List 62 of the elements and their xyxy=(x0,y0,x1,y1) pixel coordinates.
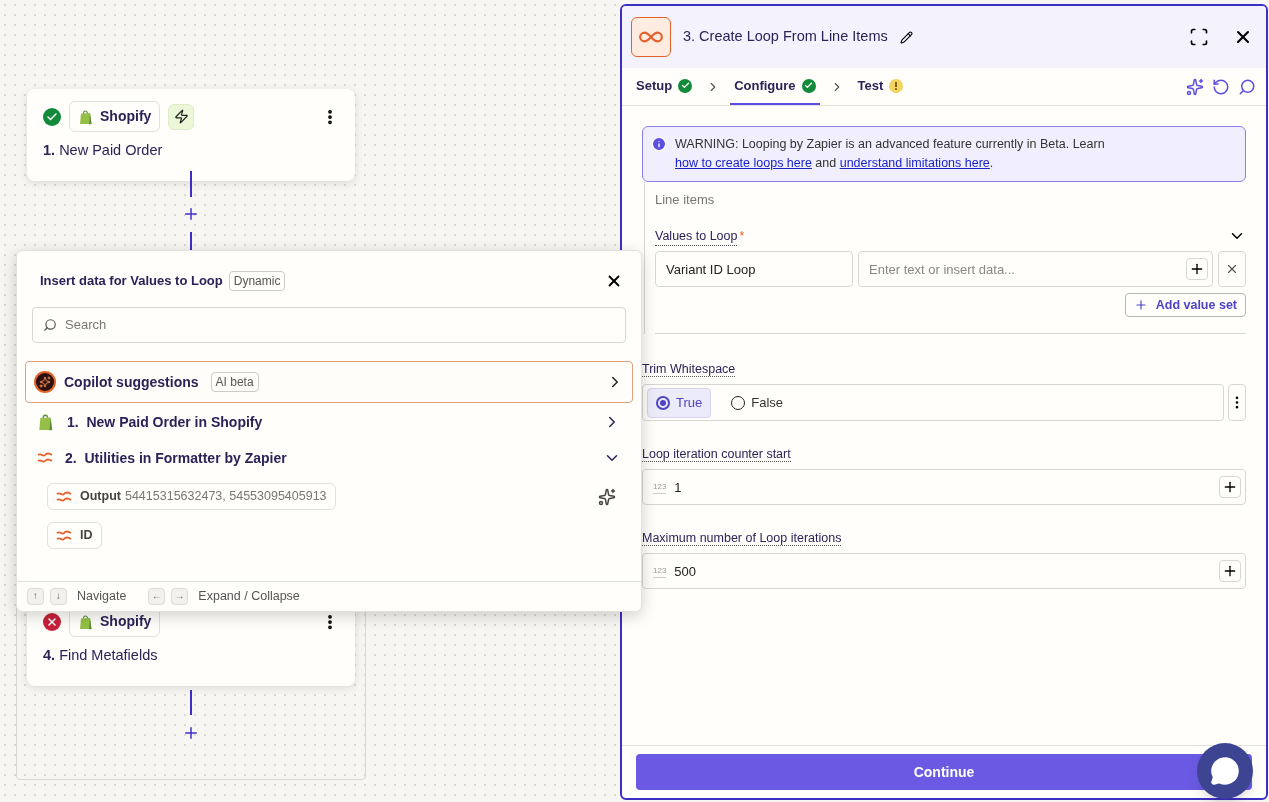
data-source-row[interactable]: 2. Utilities in Formatter by Zapier xyxy=(17,441,641,475)
required-mark: * xyxy=(739,227,745,245)
data-field-chip[interactable]: Output 54415315632473, 54553095405913 xyxy=(47,483,336,510)
edit-icon[interactable] xyxy=(899,30,913,44)
waves-icon xyxy=(56,490,72,503)
plus-icon xyxy=(1133,298,1148,313)
key-hint: ↓ xyxy=(50,588,67,605)
step-card[interactable]: Shopify 1. New Paid Order xyxy=(27,89,355,181)
panel-title: 3. Create Loop From Line Items xyxy=(683,27,888,47)
number-type-label: 123 xyxy=(653,564,667,578)
add-step-icon[interactable] xyxy=(182,724,200,742)
insert-data-icon[interactable] xyxy=(1219,476,1241,499)
ai-beta-badge: AI beta xyxy=(210,372,259,392)
copilot-suggestions-row[interactable]: Copilot suggestions AI beta xyxy=(25,361,633,403)
shopping-bag-icon xyxy=(78,613,94,630)
shopping-bag-icon xyxy=(78,108,94,125)
value-field[interactable]: Enter text or insert data... xyxy=(858,251,1213,288)
warning-text: WARNING: Looping by Zapier is an advanced feature currently in Beta. Learn how to create loops here and understand limitations here. xyxy=(675,136,1106,172)
radio-option[interactable]: True xyxy=(647,387,712,418)
add-value-set-button[interactable]: Add value set xyxy=(1124,293,1246,318)
data-source-row[interactable]: 1. New Paid Order in Shopify xyxy=(17,405,641,439)
key-hint: ↑ xyxy=(27,588,44,605)
search-icon xyxy=(43,318,57,332)
step-title: 4. Find Metafields xyxy=(43,646,159,665)
app-chip: Shopify xyxy=(69,101,161,132)
expand-icon[interactable] xyxy=(1189,27,1209,47)
popup-title: Insert data for Values to Loop xyxy=(40,272,223,291)
key-hint: ← xyxy=(148,588,166,605)
popup-badge: Dynamic xyxy=(228,271,286,291)
field-label: Values to Loop xyxy=(655,226,738,247)
waves-icon xyxy=(37,452,53,464)
info-icon xyxy=(651,136,667,152)
undo-icon[interactable] xyxy=(1212,77,1230,96)
search-field[interactable]: Search xyxy=(65,315,615,335)
number-type-label: 123 xyxy=(653,480,667,494)
step-tab[interactable]: Setup xyxy=(632,68,697,105)
waves-icon xyxy=(56,529,72,542)
data-field-chip[interactable]: ID xyxy=(47,522,102,549)
copilot-icon xyxy=(34,371,56,393)
key-field[interactable]: Variant ID Loop xyxy=(655,251,853,288)
shopping-bag-icon xyxy=(37,413,55,431)
help-link[interactable]: understand limitations here xyxy=(839,156,990,170)
insert-data-icon[interactable] xyxy=(1186,258,1208,281)
section-label: Line items xyxy=(655,191,716,209)
number-field[interactable]: 500 xyxy=(674,561,1211,581)
add-step-icon[interactable] xyxy=(182,205,200,223)
search-field[interactable]: Search xyxy=(32,307,626,343)
sparkle-icon[interactable] xyxy=(598,487,616,506)
number-field[interactable]: 1 xyxy=(674,477,1211,497)
insert-data-icon[interactable] xyxy=(1219,560,1241,583)
value-field[interactable]: Enter text or insert data... xyxy=(869,259,1186,279)
chat-icon xyxy=(1210,756,1240,786)
help-link[interactable]: how to create loops here xyxy=(675,156,812,170)
step-tab[interactable]: Test xyxy=(853,68,908,105)
step-title: 1. New Paid Order xyxy=(43,141,164,160)
loop-icon xyxy=(631,17,671,57)
key-hint: → xyxy=(171,588,189,605)
sparkle-icon[interactable] xyxy=(1186,77,1204,96)
step-tab[interactable]: Configure xyxy=(730,68,820,105)
search-icon[interactable] xyxy=(1238,77,1256,96)
continue-button[interactable]: Continue xyxy=(636,754,1252,790)
radio-option[interactable]: False xyxy=(723,387,792,418)
